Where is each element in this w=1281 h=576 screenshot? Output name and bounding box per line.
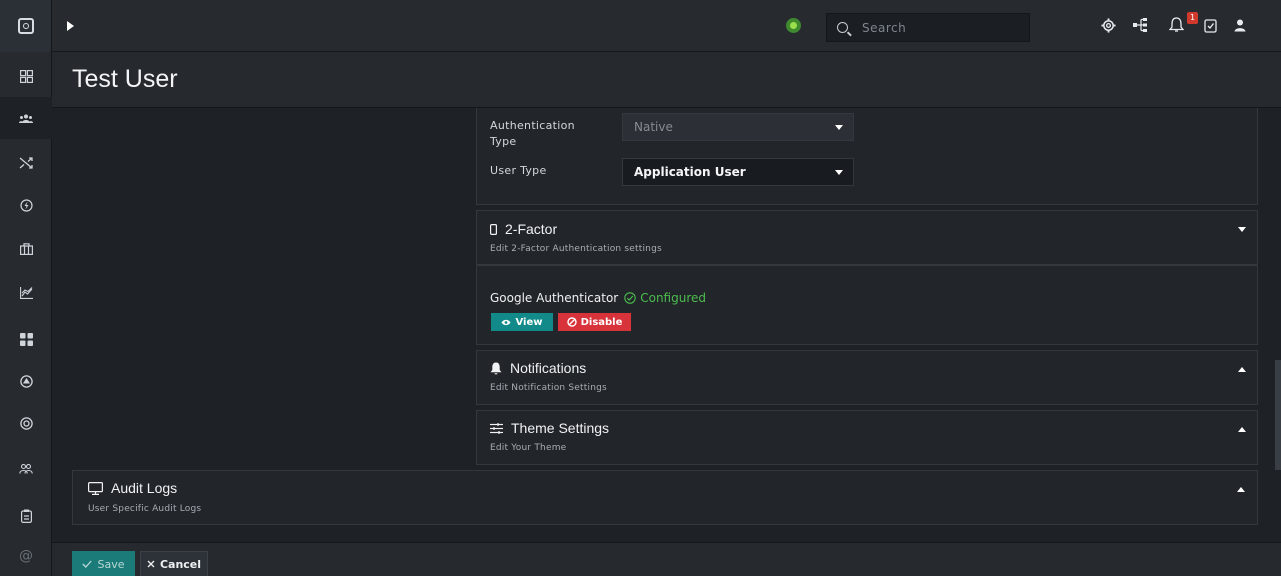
two-factor-title: 2-Factor: [490, 221, 557, 237]
app-logo[interactable]: [0, 0, 52, 52]
two-factor-section-header[interactable]: 2-Factor Edit 2-Factor Authentication se…: [476, 210, 1258, 265]
authenticator-status-row: Google Authenticator Configured: [490, 291, 706, 305]
lifebuoy-icon[interactable]: [0, 402, 52, 444]
authentication-type-select: Native: [622, 113, 854, 141]
expand-sidebar-button[interactable]: [60, 16, 80, 36]
chevron-up-icon[interactable]: [1237, 487, 1245, 492]
notifications-section-header[interactable]: Notifications Edit Notification Settings: [476, 350, 1258, 405]
disable-button-label: Disable: [580, 316, 623, 328]
authenticator-name: Google Authenticator: [490, 291, 619, 305]
two-factor-body: Google Authenticator Configured View Dis…: [476, 265, 1258, 345]
play-arrow-icon: [66, 21, 74, 31]
mobile-phone-icon: [490, 223, 497, 235]
notifications-title: Notifications: [490, 360, 586, 376]
audit-logs-section-header[interactable]: Audit Logs User Specific Audit Logs: [72, 470, 1258, 525]
users-group-icon[interactable]: [0, 97, 52, 139]
audit-logs-title-text: Audit Logs: [111, 480, 178, 496]
analytics-chart-icon[interactable]: [0, 272, 52, 314]
configured-status: Configured: [624, 291, 706, 305]
authentication-type-value: Native: [634, 120, 673, 134]
user-type-select[interactable]: Application User: [622, 158, 854, 186]
account-settings-panel: Authentication Type Native User Type App…: [476, 108, 1258, 205]
check-icon: [82, 560, 93, 568]
user-type-value: Application User: [634, 165, 746, 179]
two-factor-subtitle: Edit 2-Factor Authentication settings: [490, 244, 662, 254]
clipboard-check-icon[interactable]: [1200, 15, 1220, 35]
cancel-button[interactable]: Cancel: [140, 551, 208, 576]
chevron-down-icon: [835, 170, 843, 175]
audit-logs-title: Audit Logs: [88, 480, 177, 496]
notifications-title-text: Notifications: [510, 360, 587, 376]
save-button[interactable]: Save: [72, 551, 135, 576]
sliders-icon: [490, 422, 503, 434]
theme-settings-section-header[interactable]: Theme Settings Edit Your Theme: [476, 410, 1258, 465]
support-network-icon[interactable]: [0, 360, 52, 402]
two-factor-title-text: 2-Factor: [505, 221, 558, 237]
view-button-label: View: [515, 316, 543, 328]
bell-icon: [490, 362, 502, 374]
theme-settings-subtitle: Edit Your Theme: [490, 443, 567, 453]
notification-count-badge: 1: [1187, 12, 1198, 24]
eye-icon: [501, 319, 511, 325]
view-2fa-button[interactable]: View: [491, 313, 553, 331]
scrollbar[interactable]: [1275, 360, 1281, 470]
audit-logs-subtitle: User Specific Audit Logs: [88, 504, 202, 514]
search-box[interactable]: [826, 13, 1030, 42]
chevron-up-icon[interactable]: [1238, 367, 1246, 372]
chevron-up-icon[interactable]: [1238, 427, 1246, 432]
page-header: Test User: [52, 52, 1281, 108]
search-input[interactable]: [862, 20, 1012, 35]
lightning-bolt-icon[interactable]: [0, 184, 52, 226]
page-title: Test User: [72, 65, 178, 93]
close-icon: [147, 560, 155, 568]
shuffle-icon[interactable]: [0, 142, 52, 184]
configured-status-text: Configured: [640, 291, 706, 305]
settings-gear-icon[interactable]: [1098, 15, 1118, 35]
check-circle-icon: [624, 292, 636, 304]
authentication-type-label: Authentication Type: [490, 119, 575, 148]
top-bar: 1: [0, 0, 1281, 52]
dashboard-icon[interactable]: [0, 55, 52, 97]
nav-rail: @: [0, 52, 52, 576]
monitor-icon: [88, 481, 103, 495]
form-footer: Save Cancel: [52, 542, 1281, 576]
ban-icon: [566, 317, 577, 327]
notifications-subtitle: Edit Notification Settings: [490, 383, 607, 393]
team-users-icon[interactable]: [0, 448, 52, 490]
theme-settings-title-text: Theme Settings: [511, 420, 610, 436]
user-profile-icon[interactable]: [1230, 15, 1250, 35]
save-button-label: Save: [97, 557, 125, 571]
chevron-down-icon: [835, 125, 843, 130]
notification-bell-icon[interactable]: [1166, 15, 1186, 35]
chevron-down-icon[interactable]: [1238, 227, 1246, 232]
disable-2fa-button[interactable]: Disable: [558, 313, 631, 331]
briefcase-icon[interactable]: [0, 228, 52, 270]
cancel-button-label: Cancel: [159, 557, 202, 571]
task-clipboard-icon[interactable]: [0, 495, 52, 537]
apps-grid-icon[interactable]: [0, 318, 52, 360]
system-status-icon[interactable]: [786, 18, 801, 33]
org-chart-icon[interactable]: [1130, 15, 1150, 35]
theme-settings-title: Theme Settings: [490, 420, 609, 436]
search-icon: [837, 22, 848, 33]
at-sign-icon[interactable]: @: [0, 535, 52, 576]
user-type-label: User Type: [490, 164, 547, 177]
shield-logo-icon: [17, 18, 34, 34]
